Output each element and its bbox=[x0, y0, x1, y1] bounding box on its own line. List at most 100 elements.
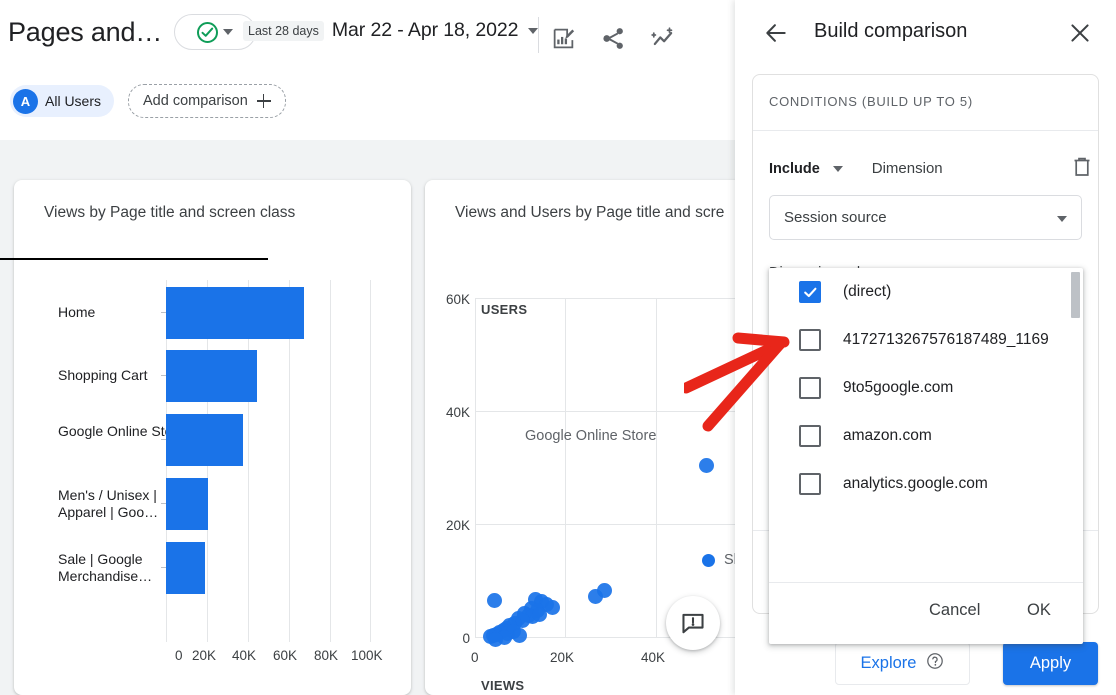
checkbox-checked[interactable] bbox=[799, 281, 821, 303]
dropdown-option[interactable]: analytics.google.com bbox=[769, 460, 1083, 508]
feedback-button[interactable] bbox=[666, 596, 720, 650]
card-views-by-page-title: Views by Page title and screen class Hom… bbox=[0, 180, 411, 695]
dropdown-option[interactable]: amazon.com bbox=[769, 412, 1083, 460]
dimension-values-dropdown: (direct) 4172713267576187489_1169 9to5go… bbox=[769, 268, 1083, 644]
check-circle-icon bbox=[197, 21, 219, 43]
avatar: A bbox=[13, 88, 38, 114]
report-area: Pages and… Last 28 days Mar 22 - Apr 18,… bbox=[0, 0, 735, 695]
share-icon[interactable] bbox=[599, 24, 627, 52]
y-tick: 20K bbox=[445, 518, 470, 533]
dropdown-actions: Cancel OK bbox=[769, 583, 1083, 644]
data-point bbox=[597, 583, 612, 598]
date-range-text: Mar 22 - Apr 18, 2022 bbox=[331, 19, 519, 41]
close-icon[interactable] bbox=[1067, 20, 1093, 46]
checkbox[interactable] bbox=[799, 473, 821, 495]
insights-icon[interactable] bbox=[649, 24, 677, 52]
bar bbox=[166, 542, 205, 594]
dropdown-option-label: amazon.com bbox=[843, 427, 932, 444]
bar bbox=[166, 414, 243, 466]
dropdown-scrollbar[interactable] bbox=[1071, 272, 1080, 318]
back-arrow-icon[interactable] bbox=[763, 20, 789, 46]
panel-title: Build comparison bbox=[814, 20, 968, 42]
data-point bbox=[545, 600, 560, 615]
date-range-selector[interactable]: Last 28 days Mar 22 - Apr 18, 2022 bbox=[243, 19, 539, 42]
title-row: Pages and… bbox=[8, 14, 257, 50]
comparison-chips: A All Users Add comparison bbox=[10, 84, 286, 118]
annotation-rule bbox=[0, 258, 268, 260]
chevron-down-icon bbox=[528, 27, 539, 34]
data-point bbox=[487, 593, 502, 608]
build-comparison-panel: Build comparison CONDITIONS (BUILD UP TO… bbox=[735, 0, 1116, 695]
edit-chart-icon[interactable] bbox=[549, 24, 577, 52]
scatter-plot-grid bbox=[475, 298, 735, 647]
data-point bbox=[512, 628, 527, 643]
dropdown-option[interactable]: 9to5google.com bbox=[769, 364, 1083, 412]
y-tick: 40K bbox=[445, 405, 470, 420]
checkbox[interactable] bbox=[799, 377, 821, 399]
dropdown-option-label: 4172713267576187489_1169 bbox=[843, 331, 1049, 348]
bar bbox=[166, 478, 208, 530]
legend-swatch bbox=[702, 553, 715, 567]
x-tick: 0 bbox=[175, 648, 183, 663]
bar bbox=[166, 350, 257, 402]
y-tick: 0 bbox=[462, 631, 470, 646]
apply-button[interactable]: Apply bbox=[1003, 642, 1098, 685]
explore-button[interactable]: Explore bbox=[835, 642, 970, 685]
add-comparison-label: Add comparison bbox=[143, 93, 248, 109]
data-point bbox=[699, 458, 714, 473]
chevron-down-icon bbox=[223, 29, 234, 35]
card-title: Views and Users by Page title and scre bbox=[455, 204, 725, 221]
dimension-select[interactable]: Session source bbox=[769, 195, 1082, 240]
dropdown-option-list: (direct) 4172713267576187489_1169 9to5go… bbox=[769, 268, 1083, 582]
checkbox[interactable] bbox=[799, 329, 821, 351]
bar bbox=[166, 287, 304, 339]
chevron-down-icon bbox=[1057, 216, 1067, 222]
chip-all-users[interactable]: A All Users bbox=[10, 85, 115, 117]
data-point bbox=[532, 607, 547, 622]
x-tick: 0 bbox=[471, 650, 479, 665]
add-comparison-button[interactable]: Add comparison bbox=[128, 84, 286, 118]
x-axis-label: VIEWS bbox=[481, 678, 525, 693]
apply-label: Apply bbox=[1029, 654, 1072, 672]
dropdown-option-label: (direct) bbox=[843, 283, 892, 300]
x-tick: 40K bbox=[232, 648, 257, 663]
dropdown-option[interactable]: 4172713267576187489_1169 bbox=[769, 316, 1083, 364]
scatter-legend[interactable]: Shop bbox=[702, 552, 735, 568]
toolbar-icon-buttons bbox=[549, 24, 677, 52]
trash-icon[interactable] bbox=[1071, 155, 1093, 179]
panel-header: Build comparison bbox=[735, 0, 1116, 67]
conditions-header-label: CONDITIONS (BUILD UP TO 5) bbox=[769, 94, 973, 109]
chip-all-users-label: All Users bbox=[45, 93, 102, 109]
ok-button[interactable]: OK bbox=[1027, 601, 1051, 620]
x-tick: 80K bbox=[314, 648, 339, 663]
conditions-header: CONDITIONS (BUILD UP TO 5) bbox=[753, 75, 1098, 131]
explore-label: Explore bbox=[860, 654, 917, 672]
dropdown-option[interactable]: (direct) bbox=[769, 268, 1083, 316]
help-circle-icon bbox=[926, 652, 944, 675]
x-tick: 20K bbox=[192, 648, 217, 663]
date-preset-badge: Last 28 days bbox=[243, 20, 324, 41]
include-dropdown[interactable]: Include bbox=[769, 161, 820, 177]
plus-icon bbox=[256, 94, 271, 108]
cancel-button[interactable]: Cancel bbox=[929, 601, 980, 620]
x-tick: 20K bbox=[550, 650, 575, 665]
x-tick: 60K bbox=[273, 648, 298, 663]
report-cards: Views by Page title and screen class Hom… bbox=[0, 140, 735, 695]
chevron-down-icon[interactable] bbox=[832, 165, 843, 172]
app-root: Pages and… Last 28 days Mar 22 - Apr 18,… bbox=[0, 0, 1116, 695]
y-tick: 60K bbox=[445, 292, 470, 307]
dimension-label: Dimension bbox=[871, 160, 943, 177]
toolbar-divider bbox=[538, 17, 539, 53]
x-tick: 40K bbox=[641, 650, 666, 665]
report-toolbar: Pages and… Last 28 days Mar 22 - Apr 18,… bbox=[0, 0, 735, 140]
checkbox[interactable] bbox=[799, 425, 821, 447]
include-row: Include Dimension bbox=[769, 160, 943, 177]
bar-chart: Home Shopping Cart Google Online Store M… bbox=[14, 280, 411, 690]
page-title: Pages and… bbox=[8, 17, 163, 47]
dropdown-option-label: analytics.google.com bbox=[843, 475, 988, 492]
x-tick: 100K bbox=[351, 648, 383, 663]
card-title: Views by Page title and screen class bbox=[44, 204, 296, 221]
dropdown-option-label: 9to5google.com bbox=[843, 379, 954, 396]
scatter-annotation: Google Online Store bbox=[525, 428, 657, 444]
dimension-select-value: Session source bbox=[784, 209, 887, 226]
